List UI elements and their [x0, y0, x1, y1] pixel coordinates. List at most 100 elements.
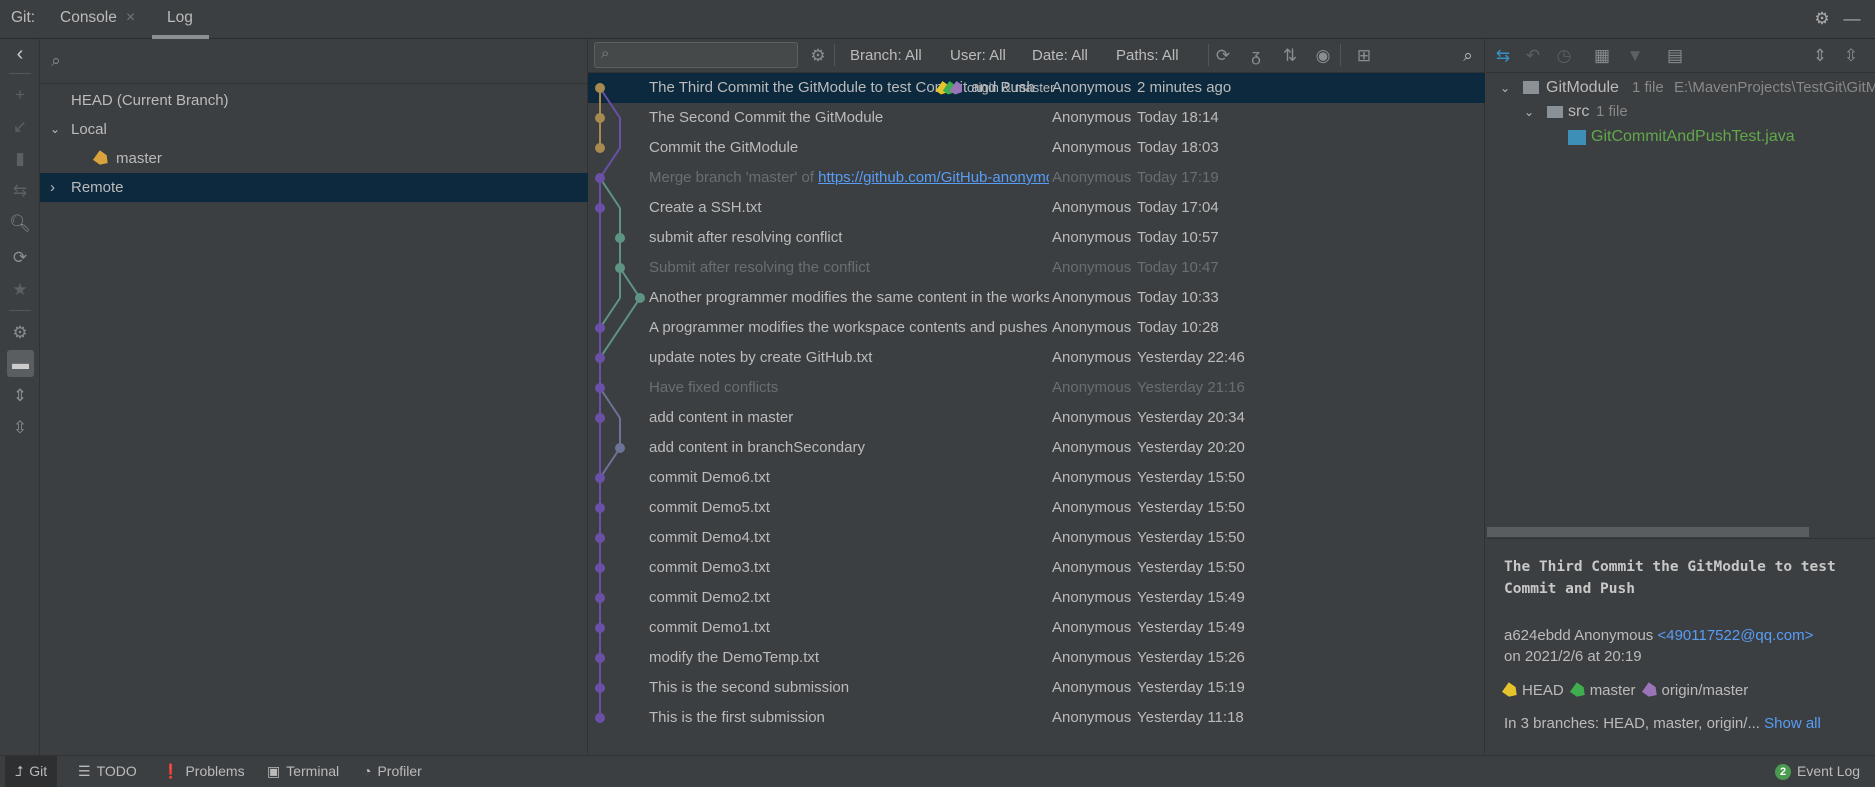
sort-icon[interactable]: ⇅ — [1278, 44, 1302, 68]
commit-date: Yesterday 15:19 — [1137, 679, 1245, 696]
new-tab-icon[interactable]: ⊞ — [1352, 44, 1376, 68]
checkout-arrow-icon[interactable]: ↙ — [8, 115, 32, 139]
group-by-directory-icon[interactable]: ▬ — [7, 350, 34, 377]
chevron-left-icon[interactable]: ‹ — [8, 42, 32, 66]
trash-icon[interactable]: ▮ — [8, 147, 32, 171]
commit-row[interactable]: Submit after resolving the conflict Anony… — [588, 253, 1485, 283]
commit-row[interactable]: commit Demo2.txt Anonymous Yesterday 15:49 — [588, 583, 1485, 613]
chevron-down-icon[interactable]: ⌄ — [50, 115, 60, 144]
commit-row[interactable]: commit Demo4.txt Anonymous Yesterday 15:50 — [588, 523, 1485, 553]
commit-row[interactable]: A programmer modifies the workspace cont… — [588, 313, 1485, 343]
compare-icon[interactable]: ⇆ — [1491, 44, 1515, 68]
filter-icon[interactable]: ▼ — [1623, 44, 1647, 68]
commit-row[interactable]: The Third Commit the GitModule to test C… — [588, 73, 1485, 103]
divider — [9, 73, 31, 74]
commit-row[interactable]: modify the DemoTemp.txt Anonymous Yesterda… — [588, 643, 1485, 673]
commit-row[interactable]: add content in master Anonymous Yesterday … — [588, 403, 1485, 433]
todo-tool-button[interactable]: ☰ TODO — [78, 756, 137, 787]
tree-item-head[interactable]: HEAD (Current Branch) — [40, 86, 588, 115]
commit-date: Yesterday 15:50 — [1137, 559, 1245, 576]
eye-icon[interactable]: ◉ — [1311, 44, 1335, 68]
profiler-tool-button[interactable]: ◔ Profiler — [363, 756, 422, 787]
commit-node — [595, 533, 605, 543]
commit-node — [595, 173, 605, 183]
commit-row[interactable]: commit Demo5.txt Anonymous Yesterday 15:50 — [588, 493, 1485, 523]
commit-row[interactable]: Another programmer modifies the same con… — [588, 283, 1485, 313]
commit-row[interactable]: The Second Commit the GitModule Anonymous… — [588, 103, 1485, 133]
label: Terminal — [286, 763, 340, 779]
close-icon[interactable]: × — [126, 9, 135, 27]
history-icon[interactable]: ◷ — [1552, 44, 1576, 68]
chevron-right-icon[interactable]: › — [50, 173, 55, 202]
problems-tool-button[interactable]: ❗ Problems — [162, 756, 245, 787]
search-icon[interactable]: 🔍︎ — [8, 212, 32, 236]
graph-edge — [599, 297, 641, 359]
paths-filter[interactable]: Paths: All — [1116, 47, 1179, 64]
commit-row[interactable]: This is the first submission Anonymous Yes… — [588, 703, 1485, 733]
branch-search-input[interactable]: ⌕ — [40, 39, 588, 84]
commit-node — [595, 563, 605, 573]
gear-icon[interactable]: ⚙ — [1810, 7, 1834, 31]
contained-in-branches: In 3 branches: HEAD, master, origin/... … — [1504, 715, 1821, 732]
cherry-pick-icon[interactable]: ᵹ — [1244, 44, 1268, 68]
gear-icon[interactable]: ⚙ — [806, 44, 830, 68]
minimize-icon[interactable]: — — [1840, 7, 1864, 31]
git-tool-button[interactable]: ⮥ Git — [5, 756, 58, 787]
star-icon[interactable]: ★ — [8, 278, 32, 302]
search-icon[interactable]: ⌕ — [1456, 44, 1480, 68]
tree-item-label: Remote — [71, 179, 124, 196]
branch-filter[interactable]: Branch: All — [850, 47, 922, 64]
chevron-down-icon[interactable]: ⌄ — [1524, 101, 1534, 123]
show-all-link[interactable]: Show all — [1764, 715, 1821, 732]
tab-console[interactable]: Console — [60, 9, 117, 27]
commit-row[interactable]: Commit the GitModule Anonymous Today 18:03 — [588, 133, 1485, 163]
commit-row[interactable]: update notes by create GitHub.txt Anonymo… — [588, 343, 1485, 373]
tree-item-local[interactable]: ⌄ Local — [40, 115, 588, 144]
commit-node — [595, 503, 605, 513]
tree-node-file[interactable]: GitCommitAndPushTest.java — [1486, 126, 1875, 150]
commit-row[interactable]: commit Demo3.txt Anonymous Yesterday 15:50 — [588, 553, 1485, 583]
horizontal-scrollbar[interactable] — [1487, 527, 1809, 537]
expand-all-icon[interactable]: ⇕ — [1808, 44, 1832, 68]
gear-icon[interactable]: ⚙ — [8, 321, 32, 345]
chevron-down-icon[interactable]: ⌄ — [1500, 77, 1510, 99]
commit-date: Yesterday 15:49 — [1137, 619, 1245, 636]
expand-all-icon[interactable]: ⇕ — [8, 384, 32, 408]
author-email-link[interactable]: <490117522@qq.com> — [1657, 627, 1813, 644]
divider — [1208, 44, 1209, 66]
tree-item-remote[interactable]: › Remote — [40, 173, 588, 202]
commit-row[interactable]: Have fixed conflicts Anonymous Yesterday 2… — [588, 373, 1485, 403]
layout-icon[interactable]: ▤ — [1663, 44, 1687, 68]
commit-row[interactable]: This is the second submission Anonymous Ye… — [588, 673, 1485, 703]
revert-icon[interactable]: ↶ — [1521, 44, 1545, 68]
group-by-icon[interactable]: ▦ — [1590, 44, 1614, 68]
commit-row[interactable]: commit Demo6.txt Anonymous Yesterday 15:50 — [588, 463, 1485, 493]
commit-row[interactable]: submit after resolving conflict Anonymous… — [588, 223, 1485, 253]
collapse-all-icon[interactable]: ⇳ — [1839, 44, 1863, 68]
collapse-all-icon[interactable]: ⇳ — [8, 416, 32, 440]
profiler-icon: ◔ — [363, 763, 372, 779]
java-file-icon — [1568, 130, 1586, 145]
refresh-icon[interactable]: ⟳ — [8, 246, 32, 270]
commit-author: Anonymous — [1052, 229, 1132, 246]
terminal-tool-button[interactable]: ▣ Terminal — [267, 756, 339, 787]
commit-row[interactable]: add content in branchSecondary Anonymous Y… — [588, 433, 1485, 463]
commit-date: Today 17:04 — [1137, 199, 1219, 216]
commit-row[interactable]: Merge branch 'master' of https://github.… — [588, 163, 1485, 193]
commit-row[interactable]: commit Demo1.txt Anonymous Yesterday 15:49 — [588, 613, 1485, 643]
tag-icon — [93, 150, 111, 168]
date-filter[interactable]: Date: All — [1032, 47, 1088, 64]
user-filter[interactable]: User: All — [950, 47, 1006, 64]
commit-node — [615, 233, 625, 243]
commit-node — [595, 413, 605, 423]
commit-row[interactable]: Create a SSH.txt Anonymous Today 17:04 — [588, 193, 1485, 223]
tree-item-master[interactable]: master — [40, 144, 588, 173]
plus-icon[interactable]: + — [8, 83, 32, 107]
tree-node-src[interactable]: ⌄ src 1 file — [1486, 101, 1875, 125]
compare-icon[interactable]: ⇆ — [8, 179, 32, 203]
tab-log[interactable]: Log — [167, 9, 193, 27]
log-search-input[interactable]: ⌕ — [594, 42, 798, 68]
commit-link[interactable]: https://github.com/GitHub-anonymousV/Not… — [818, 169, 1049, 186]
event-log-button[interactable]: 2 Event Log — [1775, 756, 1860, 787]
refresh-icon[interactable]: ⟳ — [1211, 44, 1235, 68]
